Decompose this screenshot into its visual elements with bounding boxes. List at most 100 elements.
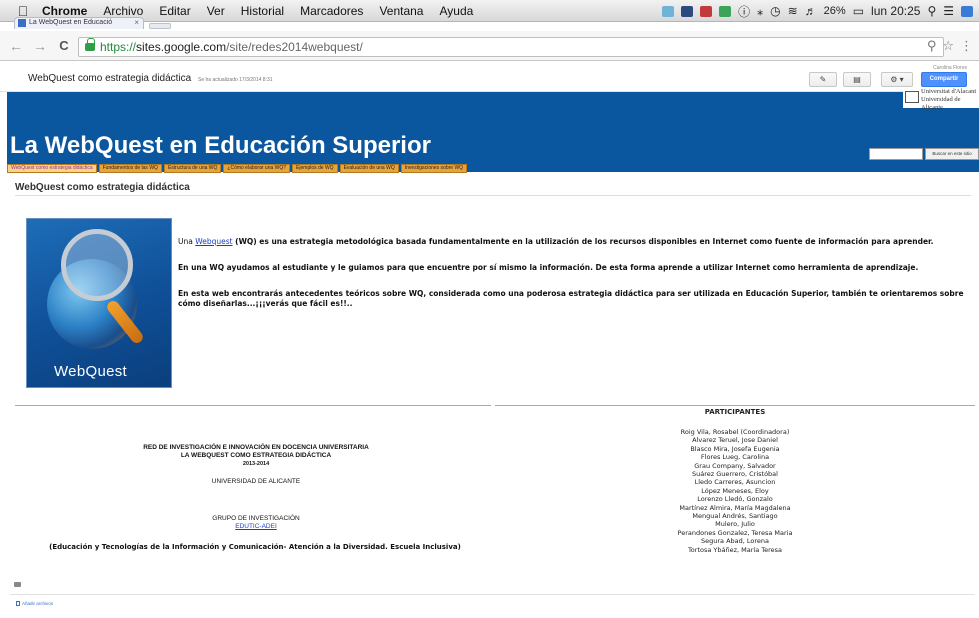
title-divider <box>15 195 971 196</box>
tab-favicon-icon <box>18 19 26 27</box>
nav-ejemplos[interactable]: Ejemplos de WQ <box>292 164 338 173</box>
site-name: WebQuest como estrategia didáctica Se ha… <box>28 73 273 84</box>
participant-item: López Meneses, Eloy <box>701 486 769 495</box>
university-name-2: Universidad de Alicante <box>921 96 961 111</box>
notification-center-icon[interactable]: ☰ <box>943 4 954 18</box>
site-banner: Universitat d'Alacant Universidad de Ali… <box>7 88 979 172</box>
participants-title: PARTICIPANTES <box>704 408 766 416</box>
nav-fundamentos[interactable]: Fundamentos de las WQ <box>98 164 162 173</box>
footer-divider-right <box>495 405 975 406</box>
url-host: sites.google.com <box>136 40 227 54</box>
nav-evaluacion[interactable]: Evaluación de una WQ <box>339 164 399 173</box>
footer-divider-left <box>15 405 491 406</box>
participant-item: Lorenzo Lledó, Gonzalo <box>697 495 773 504</box>
years: 2013-2014 <box>242 461 270 467</box>
forward-icon[interactable]: → <box>32 38 48 54</box>
new-page-icon: ▤ <box>853 75 861 84</box>
status-green-icon[interactable] <box>719 5 732 17</box>
research-network: RED DE INVESTIGACIÓN E INNOVACIÓN EN DOC… <box>60 444 452 460</box>
folder-icon[interactable] <box>14 582 21 587</box>
participants-list: Roig Vila, Rosabel (Coordinadora) Alvare… <box>495 428 975 554</box>
chrome-menu-icon[interactable]: ⋮ <box>960 38 973 54</box>
webquest-image-label: WebQuest <box>54 363 127 380</box>
browser-tab[interactable]: La WebQuest en Educació × <box>14 17 144 29</box>
wifi-icon[interactable]: ≋ <box>788 4 798 18</box>
new-page-button[interactable]: ▤ <box>843 72 871 87</box>
research-network-line-1: RED DE INVESTIGACIÓN E INNOVACIÓN EN DOC… <box>143 444 369 451</box>
participant-item: Suárez Guerrero, Cristóbal <box>692 470 778 479</box>
time-machine-icon[interactable]: ◷ <box>770 4 780 18</box>
menu-editar[interactable]: Editar <box>151 4 198 18</box>
battery-percent[interactable]: 26% <box>824 5 846 17</box>
nav-como-elaborar[interactable]: ¿Cómo elaborar una WQ? <box>223 164 291 173</box>
nav-estructura[interactable]: Estructura de una WQ <box>163 164 222 173</box>
address-bar[interactable]: https:// sites.google.com /site/redes201… <box>78 37 944 57</box>
menu-ver[interactable]: Ver <box>199 4 233 18</box>
site-name-text: WebQuest como estrategia didáctica <box>28 73 192 84</box>
group-description: (Educación y Tecnologías de la Informaci… <box>49 543 461 551</box>
zoom-icon[interactable]: ⚲ <box>927 38 937 54</box>
status-flag-icon[interactable] <box>700 5 713 17</box>
participant-item: Blasco Mira, Josefa Eugenia <box>690 444 780 453</box>
edit-page-button[interactable]: ✎ <box>809 72 837 87</box>
university-shield-icon <box>905 91 919 103</box>
menu-historial[interactable]: Historial <box>233 4 292 18</box>
participant-item: Tortosa Ybáñez, María Teresa <box>687 545 783 554</box>
volume-icon[interactable]: ♬ <box>805 4 817 18</box>
add-files-link[interactable]: Añadir archivos <box>16 601 53 606</box>
document-icon <box>16 601 20 606</box>
p1-prefix: Una <box>178 237 196 246</box>
battery-icon[interactable]: ▭ <box>853 4 864 18</box>
site-title[interactable]: La WebQuest en Educación Superior <box>10 132 431 160</box>
reload-icon[interactable]: C <box>56 38 72 53</box>
menu-archivo[interactable]: Archivo <box>95 4 151 18</box>
university-logo[interactable]: Universitat d'Alacant Universidad de Ali… <box>903 88 979 111</box>
status-cloud-icon[interactable] <box>662 5 675 17</box>
participant-item: Lledo Carreres, Asuncion <box>694 478 776 487</box>
research-group: GRUPO DE INVESTIGACIÓN <box>212 515 300 522</box>
url-scheme: https:// <box>100 40 137 54</box>
more-actions-button[interactable]: ⚙ ▾ <box>881 72 913 87</box>
bookmark-star-icon[interactable]: ☆ <box>942 38 954 54</box>
site-search-input[interactable] <box>869 148 923 160</box>
menu-ventana[interactable]: Ventana <box>371 4 431 18</box>
participant-item: Mengual Andrés, Santiago <box>692 512 778 521</box>
participant-item: Martínez Almira, María Magdalena <box>679 503 791 512</box>
menu-app-name[interactable]: Chrome <box>34 4 95 18</box>
spotlight-icon[interactable]: ⚲ <box>927 4 936 18</box>
url-path: /site/redes2014webquest/ <box>226 40 363 54</box>
browser-toolbar: ← → C https:// sites.google.com /site/re… <box>0 31 979 61</box>
bluetooth-icon[interactable]: ⁎ <box>757 4 763 18</box>
tab-close-icon[interactable]: × <box>134 18 139 28</box>
page-title: WebQuest como estrategia didáctica <box>15 182 190 193</box>
status-app-icon[interactable] <box>681 5 694 17</box>
participant-item: Perandones Gonzalez, Teresa Maria <box>677 528 793 537</box>
p3-line-2: cómo diseñarlas...¡¡¡verás que fácil es!… <box>178 299 353 308</box>
lock-icon <box>85 38 95 51</box>
webquest-image: WebQuest <box>26 218 172 388</box>
menu-ayuda[interactable]: Ayuda <box>431 4 481 18</box>
new-tab-button[interactable] <box>149 23 171 29</box>
webquest-link[interactable]: Webquest <box>195 237 232 246</box>
pencil-icon: ✎ <box>819 75 827 84</box>
user-name[interactable]: Carolina Flores <box>933 65 967 71</box>
university-text: UNIVERSIDAD DE ALICANTE <box>211 478 301 485</box>
university-name-1: Universitat d'Alacant <box>921 88 977 95</box>
site-search-button[interactable]: Buscar en este sitio <box>925 148 979 160</box>
status-info-icon[interactable]: ⓘ <box>738 3 750 20</box>
menu-marcadores[interactable]: Marcadores <box>292 4 371 18</box>
intro-paragraph-2: En una WQ ayudamos al estudiante y le gu… <box>178 263 919 272</box>
nav-investigaciones[interactable]: Investigaciones sobre WQ <box>400 164 468 173</box>
share-button[interactable]: Compartir <box>921 72 967 87</box>
nav-webquest-estrategia[interactable]: WebQuest como estrategia didáctica <box>7 164 97 173</box>
participant-item: Grau Company, Salvador <box>694 461 776 470</box>
sites-header: WebQuest como estrategia didáctica Se ha… <box>0 62 979 92</box>
add-files-label: Añadir archivos <box>22 601 54 606</box>
intro-paragraph-1: Una Webquest (WQ) es una estrategia meto… <box>178 237 934 247</box>
site-navigation: WebQuest como estrategia didáctica Funda… <box>7 164 468 174</box>
edutic-adei-link[interactable]: EDUTIC-ADEI <box>60 523 452 530</box>
participant-item: Segura Abad, Lorena <box>700 537 770 546</box>
clock[interactable]: lun 20:25 <box>871 4 920 18</box>
dropbox-icon[interactable] <box>961 5 973 17</box>
back-icon[interactable]: ← <box>8 38 24 54</box>
